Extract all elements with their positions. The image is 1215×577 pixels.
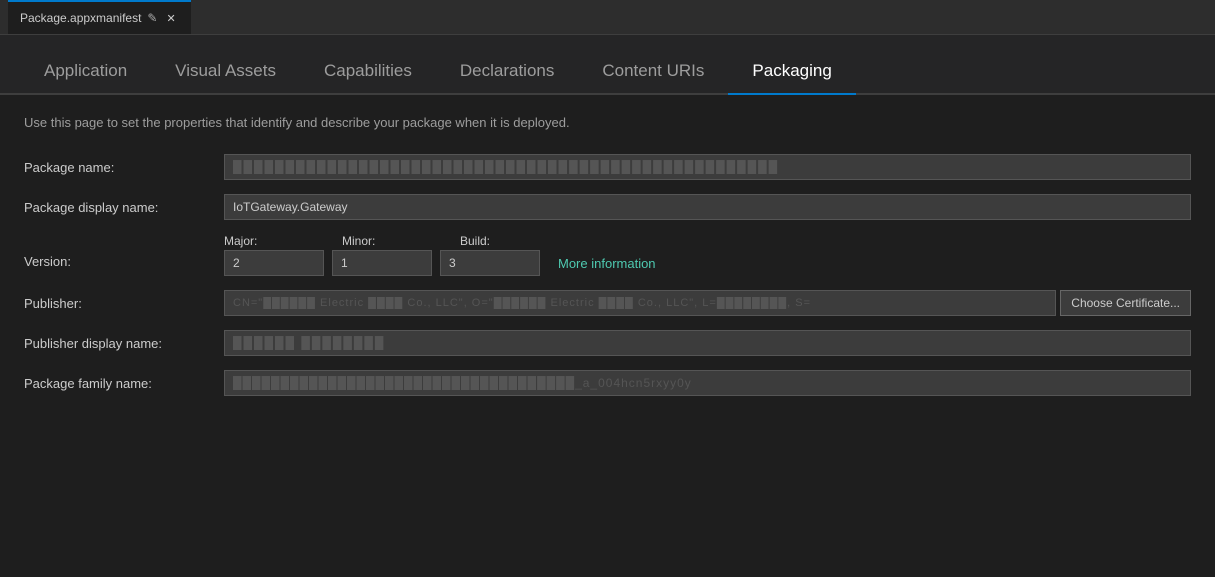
- tab-declarations[interactable]: Declarations: [436, 51, 579, 95]
- package-display-name-label: Package display name:: [24, 200, 224, 215]
- save-icon[interactable]: ✎: [147, 11, 157, 25]
- tab-application[interactable]: Application: [20, 51, 151, 95]
- package-name-input[interactable]: [224, 154, 1191, 180]
- package-display-name-input[interactable]: [224, 194, 1191, 220]
- main-content: Use this page to set the properties that…: [0, 95, 1215, 430]
- package-family-name-input[interactable]: [224, 370, 1191, 396]
- tab-bar: Application Visual Assets Capabilities D…: [0, 35, 1215, 95]
- version-major-input[interactable]: [224, 250, 324, 276]
- major-label: Major:: [224, 234, 334, 248]
- publisher-display-name-row: Publisher display name:: [24, 330, 1191, 356]
- file-tab[interactable]: Package.appxmanifest ✎ ✕: [8, 0, 191, 34]
- tab-packaging[interactable]: Packaging: [728, 51, 855, 95]
- version-build-input[interactable]: [440, 250, 540, 276]
- publisher-display-name-input[interactable]: [224, 330, 1191, 356]
- tab-content-uris[interactable]: Content URIs: [578, 51, 728, 95]
- choose-certificate-button[interactable]: Choose Certificate...: [1060, 290, 1191, 316]
- publisher-display-name-label: Publisher display name:: [24, 336, 224, 351]
- version-label: Version:: [24, 234, 224, 269]
- version-row: Version: Major: Minor: Build: More infor…: [24, 234, 1191, 276]
- more-info-link[interactable]: More information: [558, 256, 656, 271]
- publisher-row: Publisher: Choose Certificate...: [24, 290, 1191, 316]
- publisher-label: Publisher:: [24, 296, 224, 311]
- package-family-name-row: Package family name:: [24, 370, 1191, 396]
- tab-visual-assets[interactable]: Visual Assets: [151, 51, 300, 95]
- package-family-name-label: Package family name:: [24, 376, 224, 391]
- minor-label: Minor:: [342, 234, 452, 248]
- version-inputs: More information: [224, 250, 656, 276]
- package-name-row: Package name:: [24, 154, 1191, 180]
- title-bar: Package.appxmanifest ✎ ✕: [0, 0, 1215, 35]
- version-labels: Major: Minor: Build:: [224, 234, 656, 248]
- close-icon[interactable]: ✕: [163, 11, 178, 26]
- package-name-label: Package name:: [24, 160, 224, 175]
- package-display-name-row: Package display name:: [24, 194, 1191, 220]
- build-label: Build:: [460, 234, 570, 248]
- version-section: Major: Minor: Build: More information: [224, 234, 656, 276]
- publisher-input[interactable]: [224, 290, 1056, 316]
- page-description: Use this page to set the properties that…: [24, 115, 1191, 130]
- tab-capabilities[interactable]: Capabilities: [300, 51, 436, 95]
- version-minor-input[interactable]: [332, 250, 432, 276]
- file-tab-label: Package.appxmanifest: [20, 11, 141, 25]
